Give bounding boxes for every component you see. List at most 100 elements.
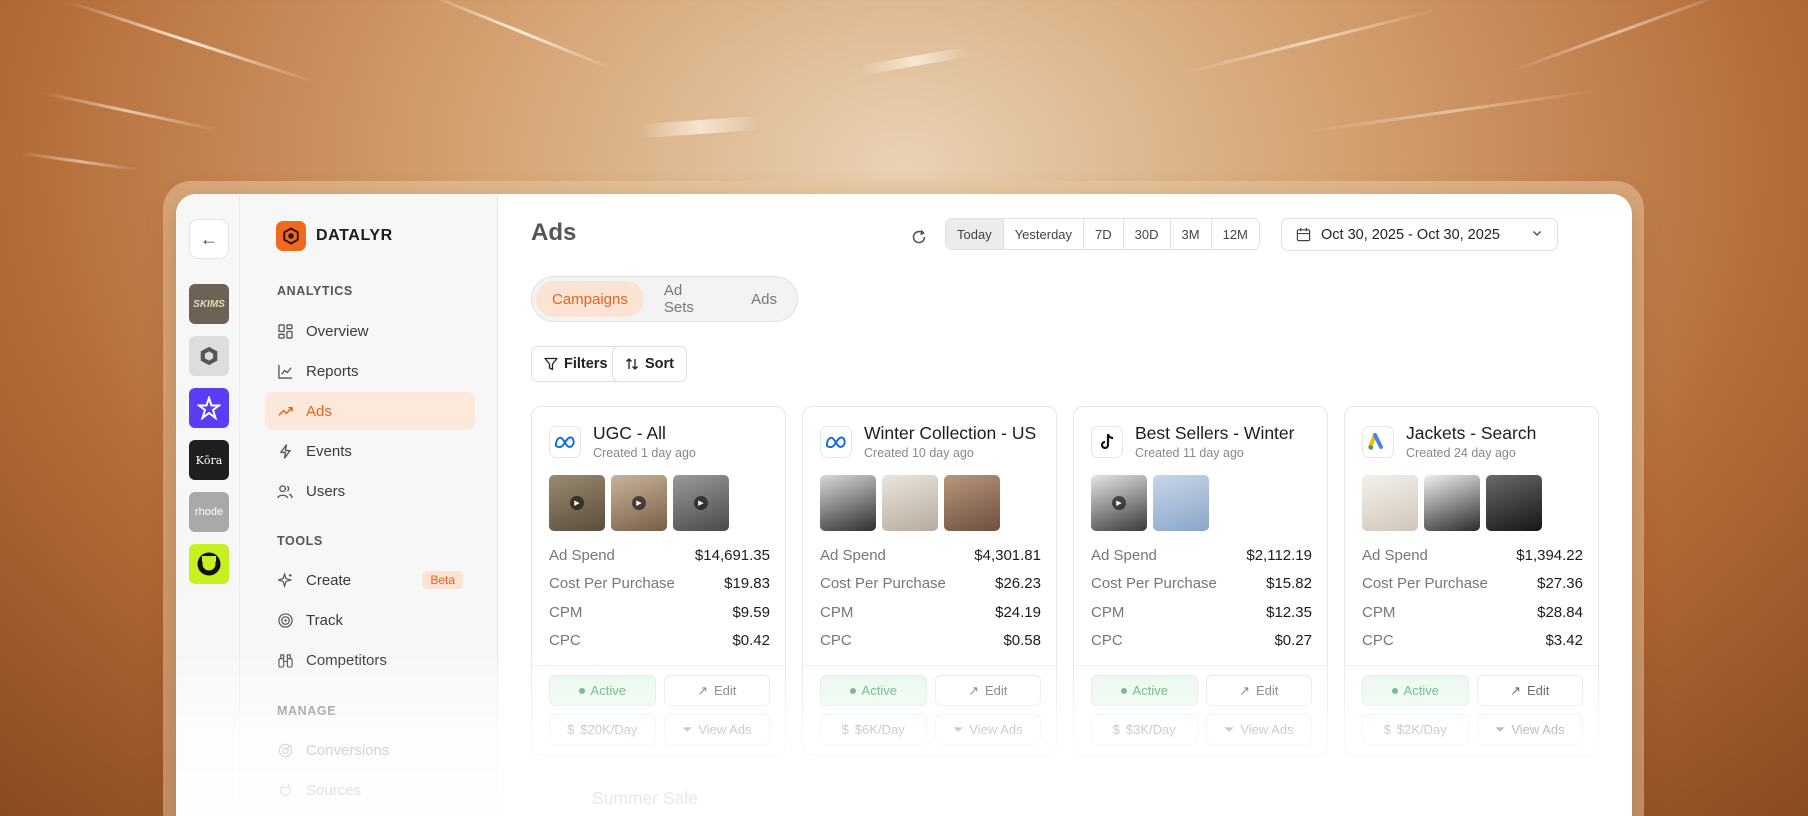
nav-track[interactable]: Track (265, 601, 475, 639)
workspace-skims[interactable]: SKIMS (189, 284, 229, 324)
refresh-icon (912, 229, 926, 244)
ad-thumbnail[interactable] (1362, 475, 1418, 531)
view-ads-button[interactable]: ⏷ View Ads (1476, 714, 1583, 745)
sort-button[interactable]: Sort (612, 346, 687, 382)
goal-icon (277, 742, 293, 758)
range-yesterday[interactable]: Yesterday (1003, 219, 1085, 249)
metric-value: $0.42 (732, 632, 770, 650)
range-7d[interactable]: 7D (1084, 219, 1124, 249)
edit-label: Edit (985, 683, 1008, 698)
workspace-star[interactable] (189, 388, 229, 428)
ad-thumbnail[interactable] (820, 475, 876, 531)
refresh-button[interactable] (908, 226, 930, 248)
campaign-card[interactable]: UGC - All Created 1 day ago ▶ ▶ ▶ Ad Spe… (531, 406, 786, 756)
metric-value: $1,394.22 (1516, 546, 1583, 564)
edit-button[interactable]: ↗ Edit (663, 675, 770, 706)
metric-cost-per-purchase: Cost Per Purchase $27.36 (1362, 570, 1583, 599)
status-active-button[interactable]: Active (549, 675, 656, 706)
ad-thumbnail[interactable] (944, 475, 1000, 531)
budget-label: $20K/Day (580, 722, 638, 737)
status-active-button[interactable]: Active (1091, 675, 1198, 706)
dollar-icon: $ (1383, 722, 1391, 737)
star-logo-icon (197, 396, 221, 420)
workspace-rhode[interactable]: rhode (189, 492, 229, 532)
card-actions: Active ↗ Edit $ $6K/Day ⏷ View Ads (803, 665, 1056, 745)
tab-ad-sets[interactable]: Ad Sets (648, 281, 731, 317)
metric-value: $2,112.19 (1246, 546, 1312, 564)
metric-cost-per-purchase: Cost Per Purchase $19.83 (549, 570, 770, 599)
filters-button[interactable]: Filters (531, 346, 621, 382)
metric-label: Cost Per Purchase (1091, 575, 1217, 593)
view-ads-button[interactable]: ⏷ View Ads (663, 714, 770, 745)
nav-label: Ads (306, 402, 332, 420)
tab-campaigns[interactable]: Campaigns (536, 281, 644, 317)
tab-ads[interactable]: Ads (735, 281, 793, 317)
workspace-rail: ← SKIMS Kōra rhode (176, 194, 240, 816)
ad-thumbnail[interactable] (1153, 475, 1209, 531)
workspace-kora[interactable]: Kōra (189, 440, 229, 480)
budget-button[interactable]: $ $3K/Day (1091, 714, 1198, 745)
range-12m[interactable]: 12M (1211, 219, 1259, 249)
nav-competitors[interactable]: Competitors (265, 641, 475, 679)
ad-thumbnail[interactable]: ▶ (673, 475, 729, 531)
metric-value: $26.23 (995, 575, 1041, 593)
ad-thumbnail[interactable]: ▶ (549, 475, 605, 531)
status-active-button[interactable]: Active (1362, 675, 1469, 706)
nav-overview[interactable]: Overview (265, 312, 475, 350)
filters-label: Filters (564, 356, 608, 372)
nav-create[interactable]: Create Beta (265, 561, 475, 599)
budget-button[interactable]: $ $6K/Day (820, 714, 927, 745)
range-3m[interactable]: 3M (1170, 219, 1212, 249)
ad-thumbnail[interactable] (882, 475, 938, 531)
range-30d[interactable]: 30D (1123, 219, 1171, 249)
ad-thumbnail[interactable] (1424, 475, 1480, 531)
bolt-icon (277, 443, 293, 459)
trend-icon (277, 403, 293, 419)
range-today[interactable]: Today (946, 219, 1004, 249)
play-icon: ▶ (694, 496, 708, 510)
card-actions: Active ↗ Edit $ $20K/Day ⏷ View Ads (532, 665, 785, 745)
campaign-card[interactable]: Jackets - Search Created 24 day ago Ad S… (1344, 406, 1599, 756)
metric-cpc: CPC $3.42 (1362, 627, 1583, 656)
campaign-card[interactable]: Best Sellers - Winter Created 11 day ago… (1073, 406, 1328, 756)
ad-thumbnail[interactable] (1486, 475, 1542, 531)
ad-thumbnail[interactable]: ▶ (1091, 475, 1147, 531)
edit-button[interactable]: ↗ Edit (1476, 675, 1583, 706)
brand-logo[interactable]: DATALYR (276, 221, 393, 251)
nav-sources[interactable]: Sources (265, 771, 475, 809)
nav-reports[interactable]: Reports (265, 352, 475, 390)
metric-value: $0.27 (1274, 632, 1312, 650)
budget-button[interactable]: $ $20K/Day (549, 714, 656, 745)
view-ads-button[interactable]: ⏷ View Ads (934, 714, 1041, 745)
view-tabs: Campaigns Ad Sets Ads (531, 276, 798, 322)
budget-button[interactable]: $ $2K/Day (1362, 714, 1469, 745)
date-picker[interactable]: Oct 30, 2025 - Oct 30, 2025 (1281, 218, 1558, 251)
metric-label: CPC (549, 632, 581, 650)
dollar-icon: $ (567, 722, 575, 737)
nav-conversions[interactable]: Conversions (265, 731, 475, 769)
filter-icon: ⏷ (1494, 721, 1506, 737)
edit-button[interactable]: ↗ Edit (1205, 675, 1312, 706)
status-label: Active (861, 683, 897, 698)
status-active-button[interactable]: Active (820, 675, 927, 706)
metric-value: $15.82 (1266, 575, 1312, 593)
ad-thumbnail[interactable]: ▶ (611, 475, 667, 531)
metric-label: Cost Per Purchase (820, 575, 946, 593)
nav-events[interactable]: Events (265, 432, 475, 470)
play-icon: ▶ (1112, 496, 1126, 510)
workspace-hex[interactable] (189, 336, 229, 376)
nav-ads[interactable]: Ads (265, 392, 475, 430)
chart-icon (277, 363, 293, 379)
back-button[interactable]: ← (189, 219, 229, 259)
sparkle-icon (277, 572, 293, 588)
campaign-card[interactable]: Winter Collection - US Created 10 day ag… (802, 406, 1057, 756)
nav-users[interactable]: Users (265, 472, 475, 510)
edit-button[interactable]: ↗ Edit (934, 675, 1041, 706)
plug-icon (277, 782, 293, 798)
metric-label: CPC (820, 632, 852, 650)
workspace-lime[interactable] (189, 544, 229, 584)
metric-label: Ad Spend (1091, 546, 1157, 564)
campaign-metrics: Ad Spend $1,394.22 Cost Per Purchase $27.3… (1362, 541, 1583, 655)
view-ads-button[interactable]: ⏷ View Ads (1205, 714, 1312, 745)
metric-cpm: CPM $24.19 (820, 598, 1041, 627)
